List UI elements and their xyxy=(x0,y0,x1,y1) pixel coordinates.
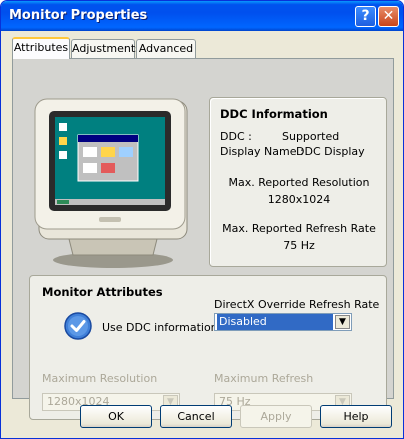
window-title: Monitor Properties xyxy=(9,8,148,23)
directx-override-label: DirectX Override Refresh Rate xyxy=(214,298,380,311)
max-reported-refresh-value: 75 Hz xyxy=(283,239,315,252)
maximum-resolution-label: Maximum Resolution xyxy=(42,372,158,385)
max-reported-refresh-label: Max. Reported Refresh Rate xyxy=(222,222,376,235)
directx-override-select[interactable]: Disabled ▼ xyxy=(214,313,352,331)
tab-attributes[interactable]: Attributes xyxy=(12,37,70,59)
attributes-tab-panel: DDC Information DDC : Supported Display … xyxy=(12,58,394,420)
cancel-button[interactable]: Cancel xyxy=(160,405,232,428)
monitor-properties-dialog: Monitor Properties ? ✕ Attributes Adjust… xyxy=(0,0,404,439)
apply-button[interactable]: Apply xyxy=(240,405,312,428)
display-name-label: Display Name : xyxy=(220,145,304,158)
max-reported-resolution-label: Max. Reported Resolution xyxy=(228,176,370,189)
monitor-image xyxy=(34,98,188,268)
dialog-client-area: Attributes Adjustments Advanced DDC Info… xyxy=(4,31,400,437)
title-help-button[interactable]: ? xyxy=(355,6,376,27)
help-button[interactable]: Help xyxy=(320,405,392,428)
max-reported-resolution-value: 1280x1024 xyxy=(267,193,331,206)
ddc-label: DDC : xyxy=(220,130,252,143)
ddc-information-box: DDC Information DDC : Supported Display … xyxy=(209,97,387,267)
title-bar[interactable]: Monitor Properties ? ✕ xyxy=(1,1,403,31)
ddc-information-title: DDC Information xyxy=(220,107,328,121)
display-name-value: DDC Display xyxy=(296,145,365,158)
maximum-refresh-label: Maximum Refresh xyxy=(214,372,314,385)
tab-adjustments[interactable]: Adjustments xyxy=(71,39,141,58)
directx-override-value: Disabled xyxy=(217,314,333,330)
title-close-button[interactable]: ✕ xyxy=(378,6,399,27)
tab-advanced[interactable]: Advanced xyxy=(136,39,196,58)
monitor-attributes-title: Monitor Attributes xyxy=(42,285,163,299)
chevron-down-icon[interactable]: ▼ xyxy=(335,315,350,329)
ok-button[interactable]: OK xyxy=(80,405,152,428)
use-ddc-label[interactable]: Use DDC information xyxy=(102,321,218,334)
use-ddc-checkbox[interactable] xyxy=(64,312,92,340)
monitor-attributes-box: Monitor Attributes Use DDC information D… xyxy=(29,275,387,420)
ddc-value: Supported xyxy=(282,130,340,143)
